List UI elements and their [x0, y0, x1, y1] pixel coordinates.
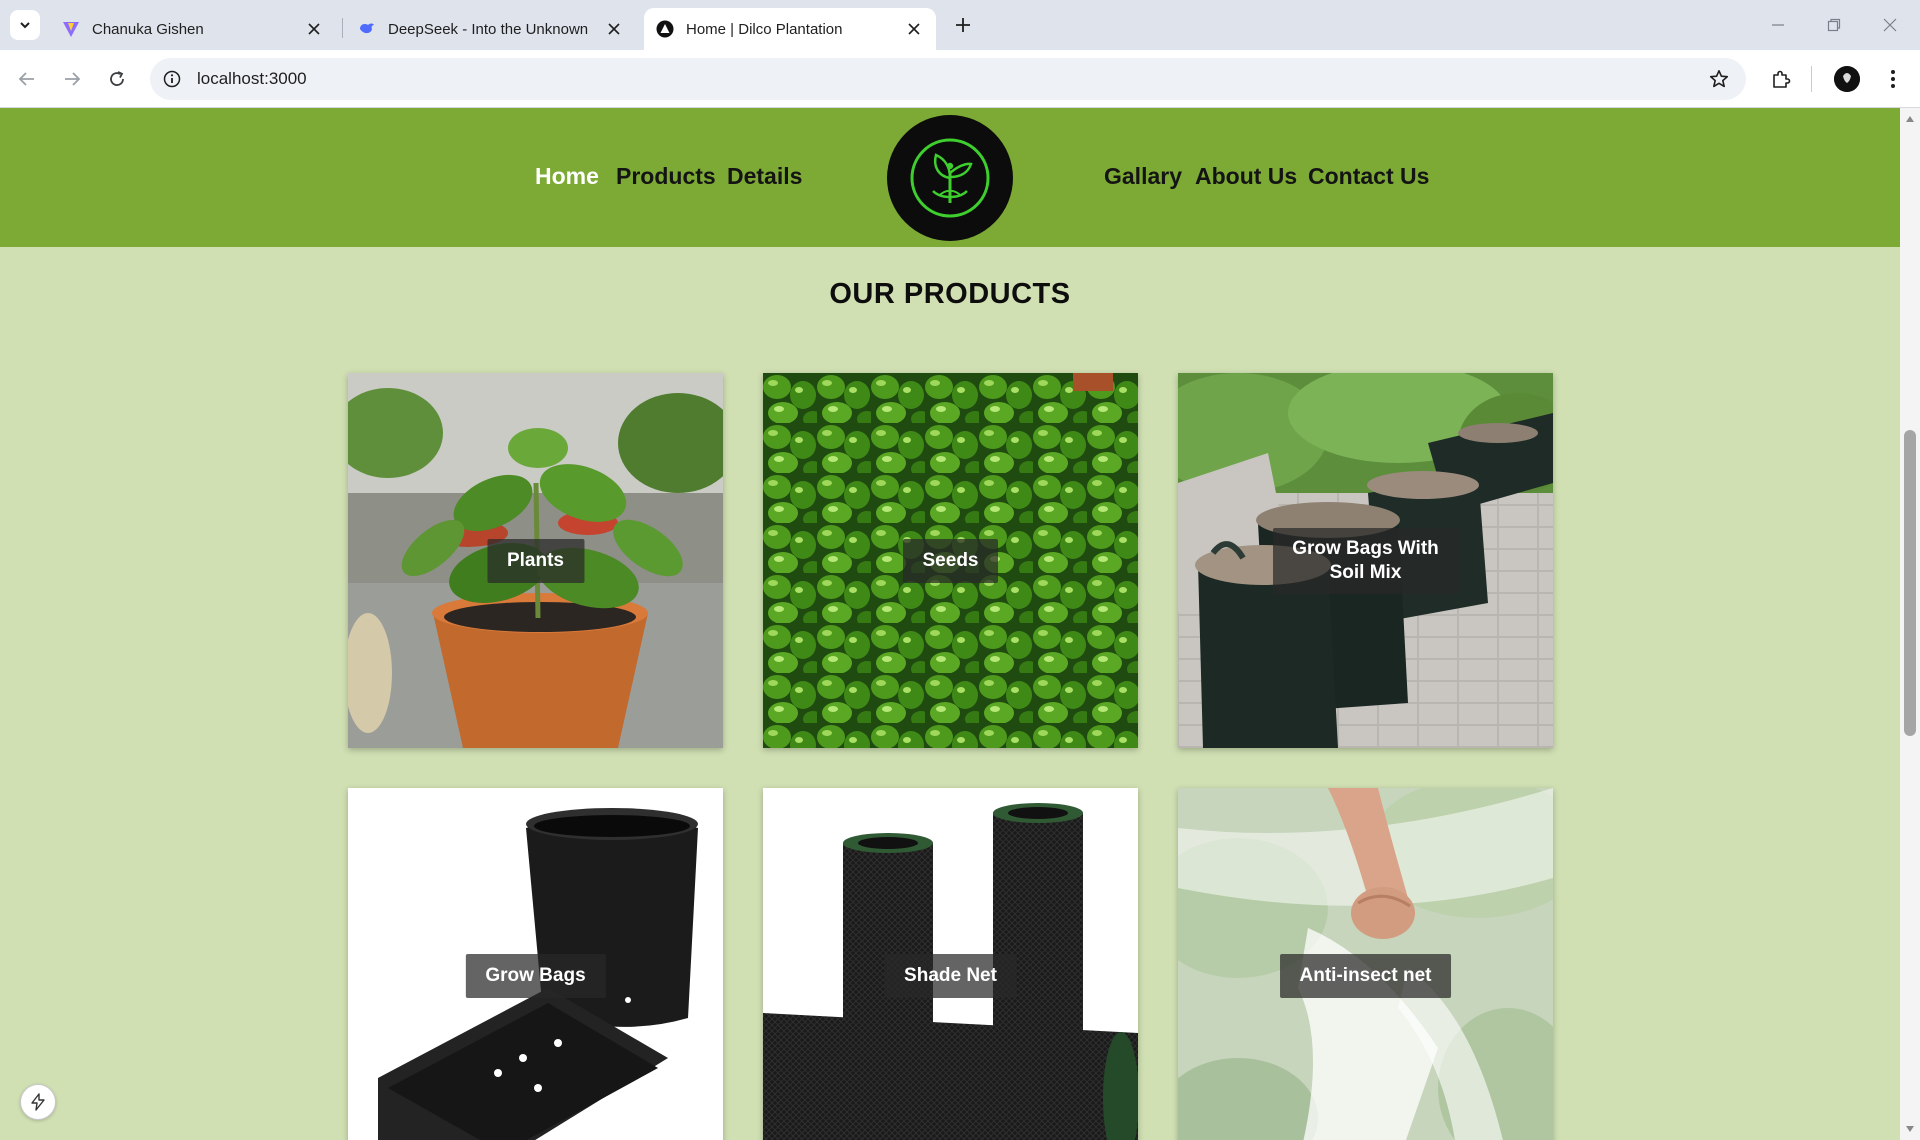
product-card-grow-bags-soil-mix[interactable]: Grow Bags With Soil Mix: [1178, 373, 1553, 748]
section-title: OUR PRODUCTS: [829, 278, 1071, 310]
browser-toolbar: localhost:3000: [0, 50, 1920, 108]
close-icon[interactable]: [604, 19, 624, 39]
extensions-button[interactable]: [1764, 62, 1798, 96]
tab-title: Home | Dilco Plantation: [686, 20, 843, 38]
new-tab-button[interactable]: [948, 10, 978, 40]
site-icon: [656, 20, 674, 38]
product-label: Grow Bags With Soil Mix: [1272, 527, 1459, 594]
nav-products[interactable]: Products: [616, 163, 716, 190]
tab-dilco-plantation[interactable]: Home | Dilco Plantation: [644, 8, 936, 50]
close-icon[interactable]: [304, 19, 324, 39]
puzzle-icon: [1773, 70, 1791, 88]
tab-search-button[interactable]: [10, 10, 40, 40]
chevron-down-icon: [20, 22, 30, 29]
toolbar-divider: [1811, 66, 1812, 92]
browser-menu-button[interactable]: [1876, 62, 1910, 96]
tab-divider: [342, 18, 343, 38]
product-card-anti-insect-net[interactable]: Anti-insect net: [1178, 788, 1553, 1140]
restore-button[interactable]: [1806, 0, 1862, 50]
site-logo[interactable]: [887, 115, 1013, 241]
close-icon[interactable]: [904, 19, 924, 39]
site-header: Home Products Details Gallary About Us C…: [0, 108, 1900, 247]
bookmark-star-icon[interactable]: [1702, 62, 1736, 96]
reload-icon: [110, 71, 124, 86]
scrollbar-thumb[interactable]: [1904, 430, 1916, 736]
product-card-seeds[interactable]: Seeds: [763, 373, 1138, 748]
nav-home[interactable]: Home: [535, 163, 599, 190]
tab-strip: Chanuka Gishen DeepSeek - Into the Unkno…: [0, 0, 1920, 50]
deepseek-icon: [360, 23, 374, 34]
product-label: Plants: [486, 538, 585, 583]
back-button[interactable]: [10, 62, 44, 96]
tab-chanuka-gishen[interactable]: Chanuka Gishen: [50, 8, 336, 50]
minimize-icon: [1772, 24, 1784, 26]
scroll-up-arrow-icon[interactable]: [1904, 112, 1916, 126]
url-text[interactable]: localhost:3000: [197, 69, 1702, 89]
product-card-shade-net[interactable]: Shade Net: [763, 788, 1138, 1140]
tab-deepseek[interactable]: DeepSeek - Into the Unknown: [346, 8, 636, 50]
more-vertical-icon: [1891, 70, 1895, 88]
tab-title: Chanuka Gishen: [92, 20, 204, 38]
nav-contact-us[interactable]: Contact Us: [1308, 163, 1429, 190]
reload-button[interactable]: [100, 62, 134, 96]
product-card-grow-bags[interactable]: Grow Bags: [348, 788, 723, 1140]
nav-about-us[interactable]: About Us: [1195, 163, 1297, 190]
nav-gallary[interactable]: Gallary: [1104, 163, 1182, 190]
minimize-button[interactable]: [1750, 0, 1806, 50]
page-scrollbar[interactable]: [1900, 108, 1920, 1140]
arrow-right-icon: [65, 72, 81, 86]
product-label: Shade Net: [884, 953, 1017, 998]
close-icon: [1883, 18, 1897, 32]
profile-button[interactable]: [1830, 62, 1864, 96]
dev-toolbar-button[interactable]: [20, 1084, 56, 1120]
restore-icon: [1827, 18, 1841, 32]
page-viewport: Home Products Details Gallary About Us C…: [0, 108, 1900, 1140]
product-card-plants[interactable]: Plants: [348, 373, 723, 748]
lightning-icon: [31, 1093, 45, 1111]
tab-title: DeepSeek - Into the Unknown: [388, 20, 589, 38]
plus-icon: [956, 18, 970, 32]
avatar: [1834, 66, 1860, 92]
scroll-down-arrow-icon[interactable]: [1904, 1122, 1916, 1136]
product-label: Grow Bags: [465, 953, 606, 998]
plant-logo-icon: [910, 138, 990, 218]
address-bar[interactable]: localhost:3000: [150, 58, 1746, 100]
product-label: Anti-insect net: [1279, 953, 1452, 998]
site-info-icon[interactable]: [155, 62, 189, 96]
product-label: Seeds: [902, 538, 999, 583]
window-close-button[interactable]: [1862, 0, 1918, 50]
vite-icon: [63, 22, 79, 37]
forward-button[interactable]: [55, 62, 89, 96]
nav-details[interactable]: Details: [727, 163, 802, 190]
arrow-left-icon: [18, 72, 34, 86]
